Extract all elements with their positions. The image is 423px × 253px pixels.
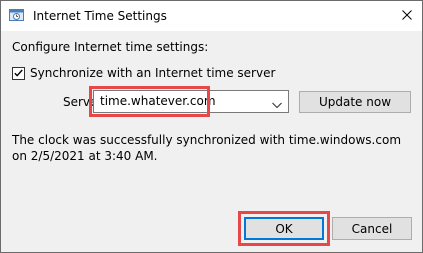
- title-bar[interactable]: Internet Time Settings: [1, 1, 422, 31]
- clock-settings-icon: [9, 8, 24, 22]
- server-combobox[interactable]: time.whatever.com: [93, 90, 289, 113]
- checkmark-icon: [14, 69, 23, 77]
- close-icon: [402, 9, 412, 23]
- internet-time-settings-dialog: Internet Time Settings Configure Interne…: [0, 0, 423, 253]
- window-title: Internet Time Settings: [33, 9, 167, 23]
- settings-heading: Configure Internet time settings:: [12, 40, 209, 54]
- server-input[interactable]: time.whatever.com: [100, 94, 216, 108]
- sync-option[interactable]: Synchronize with an Internet time server: [12, 66, 275, 80]
- sync-checkbox[interactable]: [12, 66, 25, 80]
- ok-button[interactable]: OK: [244, 217, 324, 240]
- update-now-button[interactable]: Update now: [299, 91, 411, 113]
- sync-label[interactable]: Synchronize with an Internet time server: [30, 66, 275, 80]
- sync-status-message: The clock was successfully synchronized …: [12, 133, 402, 163]
- close-button[interactable]: [395, 5, 419, 27]
- chevron-down-icon[interactable]: [272, 98, 282, 109]
- cancel-button[interactable]: Cancel: [332, 217, 412, 240]
